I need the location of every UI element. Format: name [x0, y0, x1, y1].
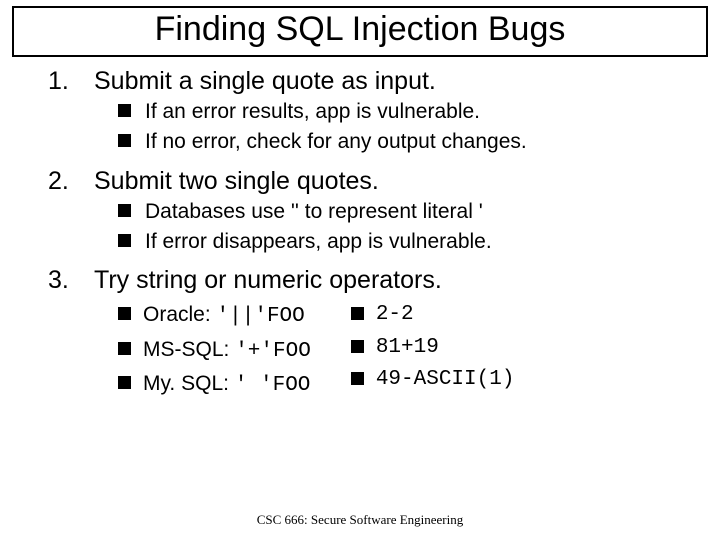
list-item-text: Databases use '' to represent literal ' [145, 198, 483, 226]
step-number: 2. [48, 167, 76, 196]
step-number: 1. [48, 67, 76, 96]
step-text: Submit a single quote as input. [94, 67, 436, 96]
op-code: 81+19 [376, 332, 439, 365]
square-bullet-icon [118, 104, 131, 117]
square-bullet-icon [351, 372, 364, 385]
step-2-subitems: Databases use '' to represent literal ' … [118, 198, 692, 257]
slide-footer: CSC 666: Secure Software Engineering [0, 512, 720, 528]
square-bullet-icon [118, 234, 131, 247]
op-code: 49-ASCII(1) [376, 364, 515, 397]
slide: Finding SQL Injection Bugs 1. Submit a s… [0, 6, 720, 540]
square-bullet-icon [351, 340, 364, 353]
step-1-subitems: If an error results, app is vulnerable. … [118, 98, 692, 157]
list-item: If an error results, app is vulnerable. [118, 98, 692, 126]
operators-left-column: Oracle: '||'FOO MS-SQL: '+'FOO My. SQL: … [118, 299, 311, 403]
list-item: If error disappears, app is vulnerable. [118, 228, 692, 256]
square-bullet-icon [118, 307, 131, 320]
list-item: 49-ASCII(1) [351, 364, 515, 397]
square-bullet-icon [118, 204, 131, 217]
list-item: If no error, check for any output change… [118, 128, 692, 156]
step-number: 3. [48, 266, 76, 295]
title-box: Finding SQL Injection Bugs [12, 6, 708, 57]
slide-body: 1. Submit a single quote as input. If an… [0, 67, 720, 403]
list-item: 2-2 [351, 299, 515, 332]
list-item-text: My. SQL: ' 'FOO [143, 368, 310, 403]
slide-title: Finding SQL Injection Bugs [22, 10, 698, 49]
list-item-text: MS-SQL: '+'FOO [143, 334, 311, 369]
list-item-text: If no error, check for any output change… [145, 128, 527, 156]
list-item: 81+19 [351, 332, 515, 365]
step-3: 3. Try string or numeric operators. [48, 266, 692, 295]
square-bullet-icon [118, 342, 131, 355]
step-text: Try string or numeric operators. [94, 266, 442, 295]
op-code: ' 'FOO [235, 374, 311, 397]
op-code: '+'FOO [235, 340, 311, 363]
operators-right-column: 2-2 81+19 49-ASCII(1) [351, 299, 515, 403]
square-bullet-icon [118, 134, 131, 147]
list-item: Oracle: '||'FOO [118, 299, 311, 334]
op-code: '||'FOO [217, 305, 305, 328]
op-label: Oracle: [143, 303, 217, 326]
step-1: 1. Submit a single quote as input. [48, 67, 692, 96]
list-item: Databases use '' to represent literal ' [118, 198, 692, 226]
list-item-text: Oracle: '||'FOO [143, 299, 305, 334]
op-code: 2-2 [376, 299, 414, 332]
square-bullet-icon [118, 376, 131, 389]
list-item-text: If an error results, app is vulnerable. [145, 98, 480, 126]
step-text: Submit two single quotes. [94, 167, 379, 196]
list-item: MS-SQL: '+'FOO [118, 334, 311, 369]
square-bullet-icon [351, 307, 364, 320]
op-label: My. SQL: [143, 372, 235, 395]
op-label: MS-SQL: [143, 338, 235, 361]
list-item: My. SQL: ' 'FOO [118, 368, 311, 403]
step-3-columns: Oracle: '||'FOO MS-SQL: '+'FOO My. SQL: … [118, 299, 692, 403]
list-item-text: If error disappears, app is vulnerable. [145, 228, 492, 256]
step-2: 2. Submit two single quotes. [48, 167, 692, 196]
